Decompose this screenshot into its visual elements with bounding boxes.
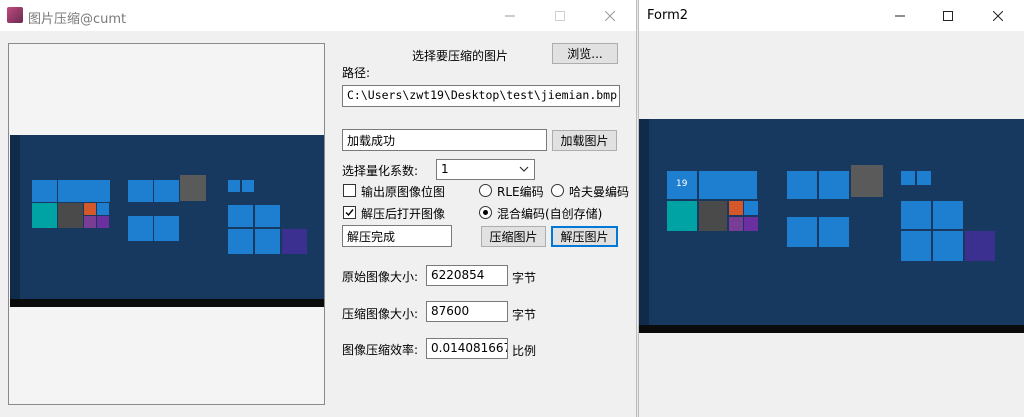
orig-size-field[interactable]: 6220854: [426, 265, 508, 286]
chevron-down-icon: [519, 166, 529, 172]
form2-window: Form2 19: [638, 0, 1024, 417]
efficiency-unit: 比例: [512, 344, 537, 358]
close-icon[interactable]: [587, 0, 633, 31]
huffman-radio[interactable]: [551, 184, 564, 197]
orig-size-label: 原始图像大小:: [342, 270, 419, 284]
form2-titlebar[interactable]: Form2: [639, 0, 1024, 31]
compressed-size-field[interactable]: 87600: [426, 301, 508, 322]
quant-select[interactable]: 1: [436, 159, 535, 180]
open-after-label: 解压后打开图像: [361, 207, 446, 221]
preview-desktop-image: [10, 135, 324, 307]
efficiency-label: 图像压缩效率:: [342, 343, 419, 357]
load-status-field[interactable]: 加载成功: [342, 129, 547, 151]
maximize-icon[interactable]: [537, 0, 583, 31]
decompressed-desktop-image: 19: [639, 119, 1024, 333]
mixed-radio[interactable]: [479, 206, 492, 219]
open-after-checkbox[interactable]: [343, 206, 356, 219]
maximize-icon[interactable]: [925, 0, 971, 31]
rle-radio[interactable]: [479, 184, 492, 197]
minimize-icon[interactable]: [877, 0, 923, 31]
main-window: 图片压缩@cumt 选择要压缩的图片 浏览... 路径: C:\Users\zw…: [0, 0, 637, 417]
image-preview-box: [8, 43, 325, 405]
decompress-button[interactable]: 解压图片: [551, 226, 618, 247]
main-titlebar[interactable]: 图片压缩@cumt: [0, 0, 636, 31]
orig-size-unit: 字节: [512, 271, 537, 285]
quant-label: 选择量化系数:: [342, 164, 419, 178]
select-image-label: 选择要压缩的图片: [412, 49, 509, 63]
main-window-title: 图片压缩@cumt: [28, 12, 127, 27]
decompress-status-field[interactable]: 解压完成: [342, 225, 452, 247]
path-label: 路径:: [342, 66, 371, 80]
mixed-label: 混合编码(自创存储): [497, 207, 603, 221]
calendar-tile-number: 19: [676, 179, 688, 189]
close-icon[interactable]: [975, 0, 1021, 31]
compressed-size-unit: 字节: [512, 308, 537, 322]
efficiency-field[interactable]: 0.0140816678: [426, 338, 508, 359]
minimize-icon[interactable]: [487, 0, 533, 31]
quant-select-value: 1: [441, 162, 449, 176]
load-image-button[interactable]: 加载图片: [552, 130, 617, 151]
app-icon: [7, 7, 23, 23]
output-bitmap-checkbox[interactable]: [343, 184, 356, 197]
checkmark-icon: [345, 209, 354, 217]
huffman-label: 哈夫曼编码: [569, 185, 630, 199]
compressed-size-label: 压缩图像大小:: [342, 307, 419, 321]
form2-title: Form2: [647, 8, 689, 23]
browse-button[interactable]: 浏览...: [552, 43, 618, 64]
output-bitmap-label: 输出原图像位图: [361, 185, 446, 199]
path-field[interactable]: C:\Users\zwt19\Desktop\test\jiemian.bmp: [342, 85, 620, 107]
compress-button[interactable]: 压缩图片: [481, 226, 546, 247]
rle-label: RLE编码: [497, 185, 544, 199]
